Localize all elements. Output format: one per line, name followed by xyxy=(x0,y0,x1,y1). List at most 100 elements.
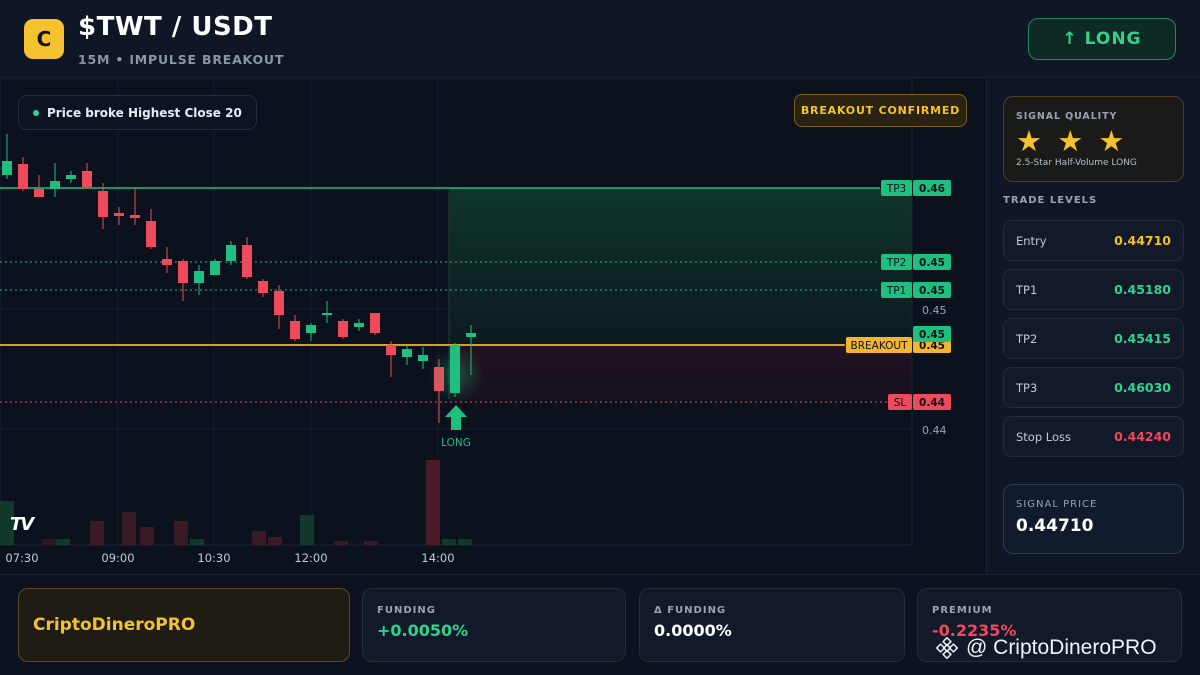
level-tag-name: BREAKOUT xyxy=(851,340,909,352)
level-value: 0.46030 xyxy=(1114,380,1171,395)
watermark-text: @ CriptoDineroPRO xyxy=(966,636,1157,659)
volume-bar xyxy=(426,460,440,545)
pair-subtitle: 15M • IMPULSE BREAKOUT xyxy=(78,52,285,67)
candle-body xyxy=(194,271,204,283)
candle-body xyxy=(322,313,332,315)
funding-label: FUNDING xyxy=(377,605,436,616)
candle-body xyxy=(258,281,268,293)
candle-body xyxy=(306,325,316,333)
level-name: TP1 xyxy=(1016,282,1038,297)
candle-body xyxy=(274,291,284,315)
candle-body xyxy=(370,313,380,333)
candle-body xyxy=(386,345,396,355)
trade-levels-label: TRADE LEVELS xyxy=(1003,195,1098,206)
candle-body xyxy=(338,321,348,337)
signal-price-card: SIGNAL PRICE 0.44710 xyxy=(1003,484,1184,554)
level-row-tp3: TP3 0.46030 xyxy=(1003,367,1184,408)
header: C $TWT / USDT 15M • IMPULSE BREAKOUT ↑ L… xyxy=(0,0,1200,78)
volume-bar xyxy=(42,539,56,545)
stop-loss-zone xyxy=(449,345,912,402)
premium-label: PREMIUM xyxy=(932,605,993,616)
candle-body xyxy=(210,261,220,275)
legend-text: Price broke Highest Close 20 xyxy=(47,105,242,120)
time-axis-label: 10:30 xyxy=(197,551,230,565)
level-value: 0.45180 xyxy=(1114,282,1171,297)
level-tag-value: 0.45 xyxy=(919,257,945,269)
level-tag-value: 0.44 xyxy=(919,397,945,409)
long-signal-label: LONG xyxy=(441,437,471,449)
signal-price-value: 0.44710 xyxy=(1016,516,1094,536)
candle-body xyxy=(2,161,12,175)
volume-bar xyxy=(334,541,348,545)
signal-price-label: SIGNAL PRICE xyxy=(1016,499,1098,510)
candle-body xyxy=(466,333,476,337)
level-name: Stop Loss xyxy=(1016,429,1072,444)
candle-body xyxy=(18,164,28,189)
candle-body xyxy=(226,245,236,261)
signal-glow xyxy=(428,347,484,403)
level-name: TP3 xyxy=(1016,380,1038,395)
candle-body xyxy=(114,213,124,216)
level-value: 0.45415 xyxy=(1114,331,1171,346)
delta-funding-label: Δ FUNDING xyxy=(654,605,727,616)
time-axis-label: 09:00 xyxy=(101,551,134,565)
legend-dot-icon xyxy=(33,109,39,116)
funding-value: +0.0050% xyxy=(377,621,469,640)
volume-bar xyxy=(442,539,456,545)
level-name: TP2 xyxy=(1016,331,1038,346)
level-tag-name: SL xyxy=(894,397,907,409)
signal-quality-desc: 2.5-Star Half-Volume LONG xyxy=(1016,158,1137,168)
long-direction-button[interactable]: ↑ LONG xyxy=(1028,18,1176,60)
level-value: 0.44240 xyxy=(1114,429,1171,444)
candle-body xyxy=(354,323,364,327)
price-chart[interactable]: LONG TP3 0.46 TP2 0.45 TP1 0.45 BREAKOUT 0.45 SL 0… xyxy=(0,79,985,573)
level-row-tp2: TP2 0.45415 xyxy=(1003,318,1184,359)
volume-bar xyxy=(458,539,472,545)
binance-logo-icon xyxy=(936,637,958,659)
level-tag-value: 0.46 xyxy=(919,183,945,195)
candle-body xyxy=(418,355,428,361)
volume-bar xyxy=(252,531,266,545)
time-axis-label: 07:30 xyxy=(5,551,38,565)
funding-card: FUNDING +0.0050% xyxy=(362,588,626,662)
time-axis-label: 14:00 xyxy=(421,551,454,565)
level-name: Entry xyxy=(1016,233,1047,248)
tradingview-logo-icon[interactable]: TV xyxy=(10,514,34,535)
candle-body xyxy=(130,215,140,218)
star-rating-icon: ★ ★ ★ xyxy=(1016,124,1128,158)
volume-bar xyxy=(56,539,70,545)
level-row-tp1: TP1 0.45180 xyxy=(1003,269,1184,310)
volume-bar xyxy=(268,537,282,545)
app-logo: C xyxy=(24,19,64,59)
candle-body xyxy=(402,349,412,357)
candle-body xyxy=(162,259,172,265)
candle-body xyxy=(146,221,156,247)
level-row-stop-loss: Stop Loss 0.44240 xyxy=(1003,416,1184,457)
take-profit-zone xyxy=(449,188,912,345)
level-tag-value: 0.45 xyxy=(919,285,945,297)
signal-quality-label: SIGNAL QUALITY xyxy=(1016,111,1118,122)
long-arrow-icon xyxy=(445,405,467,430)
candle-body xyxy=(242,245,252,277)
candlestick-chart-svg[interactable]: LONG TP3 0.46 TP2 0.45 TP1 0.45 BREAKOUT 0.45 SL 0… xyxy=(0,79,985,573)
candle-body xyxy=(82,171,92,187)
pair-title: $TWT / USDT xyxy=(78,12,273,42)
signal-quality-card: SIGNAL QUALITY ★ ★ ★ 2.5-Star Half-Volum… xyxy=(1003,96,1184,182)
volume-bar xyxy=(364,541,378,545)
breakout-confirmed-badge: BREAKOUT CONFIRMED xyxy=(794,94,967,127)
volume-bar xyxy=(174,521,188,545)
volume-bar xyxy=(190,539,204,545)
price-tick-label: 0.45 xyxy=(922,304,947,317)
volume-bar xyxy=(122,512,136,545)
delta-funding-value: 0.0000% xyxy=(654,621,732,640)
level-value: 0.44710 xyxy=(1114,233,1171,248)
candle-body xyxy=(290,321,300,339)
chart-legend-pill: Price broke Highest Close 20 xyxy=(18,95,257,130)
price-tick-label: 0.44 xyxy=(922,424,947,437)
signal-sidebar: SIGNAL QUALITY ★ ★ ★ 2.5-Star Half-Volum… xyxy=(986,79,1200,573)
candle-body xyxy=(66,175,76,179)
brand-card: CriptoDineroPRO xyxy=(18,588,350,662)
candle-body xyxy=(50,181,60,189)
volume-bar xyxy=(90,521,104,545)
candle-body xyxy=(178,261,188,283)
